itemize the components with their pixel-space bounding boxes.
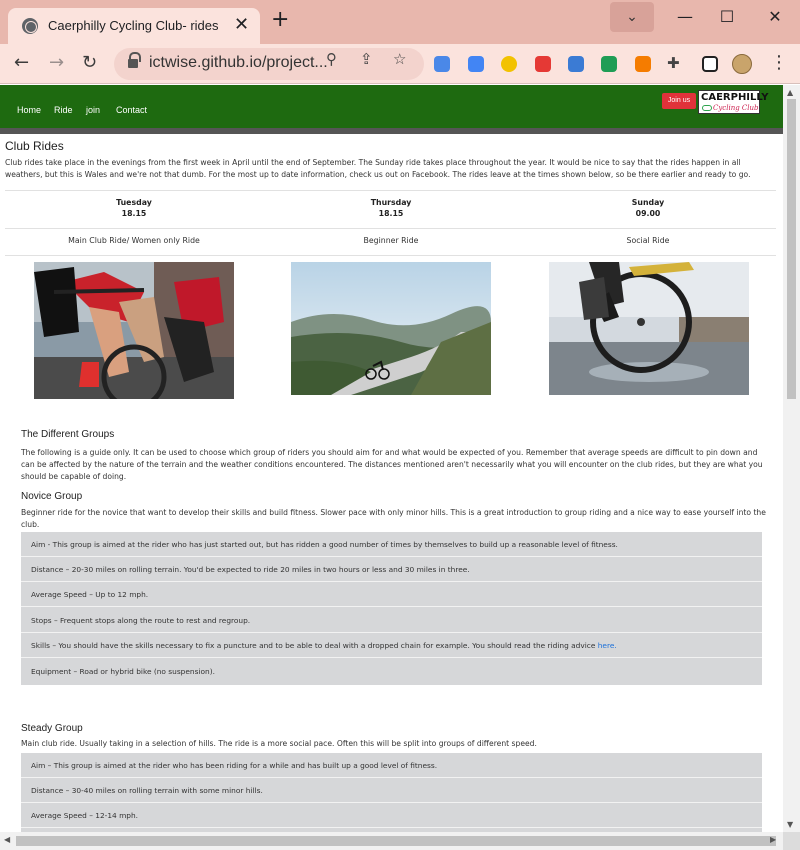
groups-intro: The following is a guide only. It can be… <box>21 448 763 481</box>
list-item: Equipment – Road or hybrid bike (no susp… <box>21 659 762 684</box>
browser-tab[interactable]: Caerphilly Cycling Club- rides ✕ <box>8 8 260 44</box>
divider <box>5 190 776 191</box>
riding-advice-link[interactable]: here. <box>598 641 617 650</box>
mountain-road-photo <box>291 262 491 395</box>
list-item: Distance – 20-30 miles on rolling terrai… <box>21 557 762 582</box>
novice-heading: Novice Group <box>21 491 83 502</box>
logo-subtext: Cycling Club <box>713 104 759 112</box>
extension-icon[interactable] <box>501 56 517 72</box>
nav-ride[interactable]: Ride <box>54 105 73 115</box>
avatar[interactable] <box>732 54 752 74</box>
browser-titlebar: Caerphilly Cycling Club- rides ✕ + ⌄ — ☐… <box>0 0 800 44</box>
address-bar[interactable]: ictwise.github.io/project... <box>114 48 424 80</box>
maximize-button[interactable]: ☐ <box>707 4 747 30</box>
ride-name: Main Club Ride/ Women only Ride <box>68 236 200 245</box>
extension-icon[interactable] <box>601 56 617 72</box>
globe-icon <box>22 18 38 34</box>
detail-text: Equipment – Road or hybrid bike (no susp… <box>31 667 215 676</box>
tab-title: Caerphilly Cycling Club- rides <box>48 18 219 33</box>
nav-home[interactable]: Home <box>17 105 41 115</box>
url-text[interactable]: ictwise.github.io/project... <box>149 54 328 72</box>
vertical-scrollbar[interactable]: ▲ ▼ <box>783 85 800 832</box>
menu-icon[interactable]: ⋮ <box>770 52 788 73</box>
novice-details: Aim - This group is aimed at the rider w… <box>21 532 762 685</box>
detail-text: Average Speed – 12-14 mph. <box>31 811 139 820</box>
page-viewport: Home Ride join Contact Join us CAERPHILL… <box>0 85 783 832</box>
cyclists-group-photo <box>34 262 234 399</box>
forward-button[interactable]: → <box>49 52 64 73</box>
club-logo[interactable]: CAERPHILLY Cycling Club <box>698 90 768 114</box>
sidepanel-icon[interactable] <box>702 56 718 72</box>
ride-name: Beginner Ride <box>363 236 419 245</box>
new-tab-button[interactable]: + <box>271 9 289 31</box>
detail-text: Aim – This group is aimed at the rider w… <box>31 761 438 770</box>
steady-heading: Steady Group <box>21 723 83 734</box>
back-button[interactable]: ← <box>14 52 29 73</box>
list-item: Aim - This group is aimed at the rider w… <box>21 532 762 557</box>
club-rides-intro: Club rides take place in the evenings fr… <box>5 158 751 179</box>
tab-search-icon[interactable]: ⌄ <box>610 2 654 32</box>
extension-icon[interactable] <box>535 56 551 72</box>
divider <box>5 228 776 229</box>
extension-icon[interactable] <box>635 56 651 72</box>
horizontal-scrollbar[interactable]: ◀ ▶ <box>0 832 783 850</box>
groups-heading: The Different Groups <box>21 429 115 440</box>
list-item: Aim – This group is aimed at the rider w… <box>21 753 762 778</box>
scroll-right-icon[interactable]: ▶ <box>770 835 776 844</box>
ride-name: Social Ride <box>626 236 670 245</box>
detail-text: Distance – 20-30 miles on rolling terrai… <box>31 565 470 574</box>
extensions-icon[interactable]: ✚ <box>667 54 680 72</box>
scrollbar-thumb[interactable] <box>16 836 776 846</box>
close-window-button[interactable]: ✕ <box>755 4 795 30</box>
steady-details: Aim – This group is aimed at the rider w… <box>21 753 762 832</box>
lock-icon[interactable] <box>128 52 141 69</box>
list-item: Distance – 30-40 miles on rolling terrai… <box>21 778 762 803</box>
wet-road-cyclist-photo <box>549 262 749 395</box>
scroll-down-icon[interactable]: ▼ <box>787 820 793 829</box>
minimize-button[interactable]: — <box>665 4 705 30</box>
share-icon[interactable]: ⇪ <box>360 50 373 68</box>
detail-text: Aim - This group is aimed at the rider w… <box>31 540 618 549</box>
star-icon[interactable]: ☆ <box>393 50 406 68</box>
schedule-day: Tuesday 18.15 <box>116 198 152 218</box>
detail-text: Skills – You should have the skills nece… <box>31 641 617 650</box>
nav-contact[interactable]: Contact <box>116 105 147 115</box>
list-item: Skills – You should have the skills nece… <box>21 633 762 658</box>
scrollbar-corner <box>783 832 800 850</box>
list-item: Average Speed – 12-14 mph. <box>21 803 762 828</box>
list-item: Average Speed – Up to 12 mph. <box>21 582 762 607</box>
steady-description: Main club ride. Usually taking in a sele… <box>21 739 537 748</box>
extension-icon[interactable] <box>568 56 584 72</box>
extension-icon[interactable] <box>434 56 450 72</box>
detail-text: Stops – Frequent stops along the route t… <box>31 616 251 625</box>
divider <box>5 255 776 256</box>
reload-button[interactable]: ↻ <box>82 52 97 73</box>
bike-icon <box>702 105 712 111</box>
browser-toolbar: ← → ↻ ictwise.github.io/project... ⚲ ⇪ ☆… <box>0 44 800 84</box>
zoom-icon[interactable]: ⚲ <box>326 50 337 68</box>
logo-text: CAERPHILLY <box>701 92 769 103</box>
scroll-up-icon[interactable]: ▲ <box>787 88 793 97</box>
join-us-button[interactable]: Join us <box>662 93 696 109</box>
schedule-day: Sunday 09.00 <box>631 198 665 218</box>
translate-icon[interactable] <box>468 56 484 72</box>
detail-text: Distance – 30-40 miles on rolling terrai… <box>31 786 263 795</box>
nav-divider <box>0 128 783 134</box>
nav-join[interactable]: join <box>86 105 100 115</box>
list-item: Stops – Frequent stops along the route t… <box>21 608 762 633</box>
novice-description: Beginner ride for the novice that want t… <box>21 508 766 529</box>
scroll-left-icon[interactable]: ◀ <box>4 835 10 844</box>
detail-text: Average Speed – Up to 12 mph. <box>31 590 149 599</box>
site-navbar: Home Ride join Contact Join us CAERPHILL… <box>0 85 783 128</box>
close-tab-icon[interactable]: ✕ <box>234 14 249 35</box>
scrollbar-thumb[interactable] <box>787 99 796 399</box>
schedule-day: Thursday 18.15 <box>370 198 412 218</box>
page-title: Club Rides <box>5 139 64 153</box>
